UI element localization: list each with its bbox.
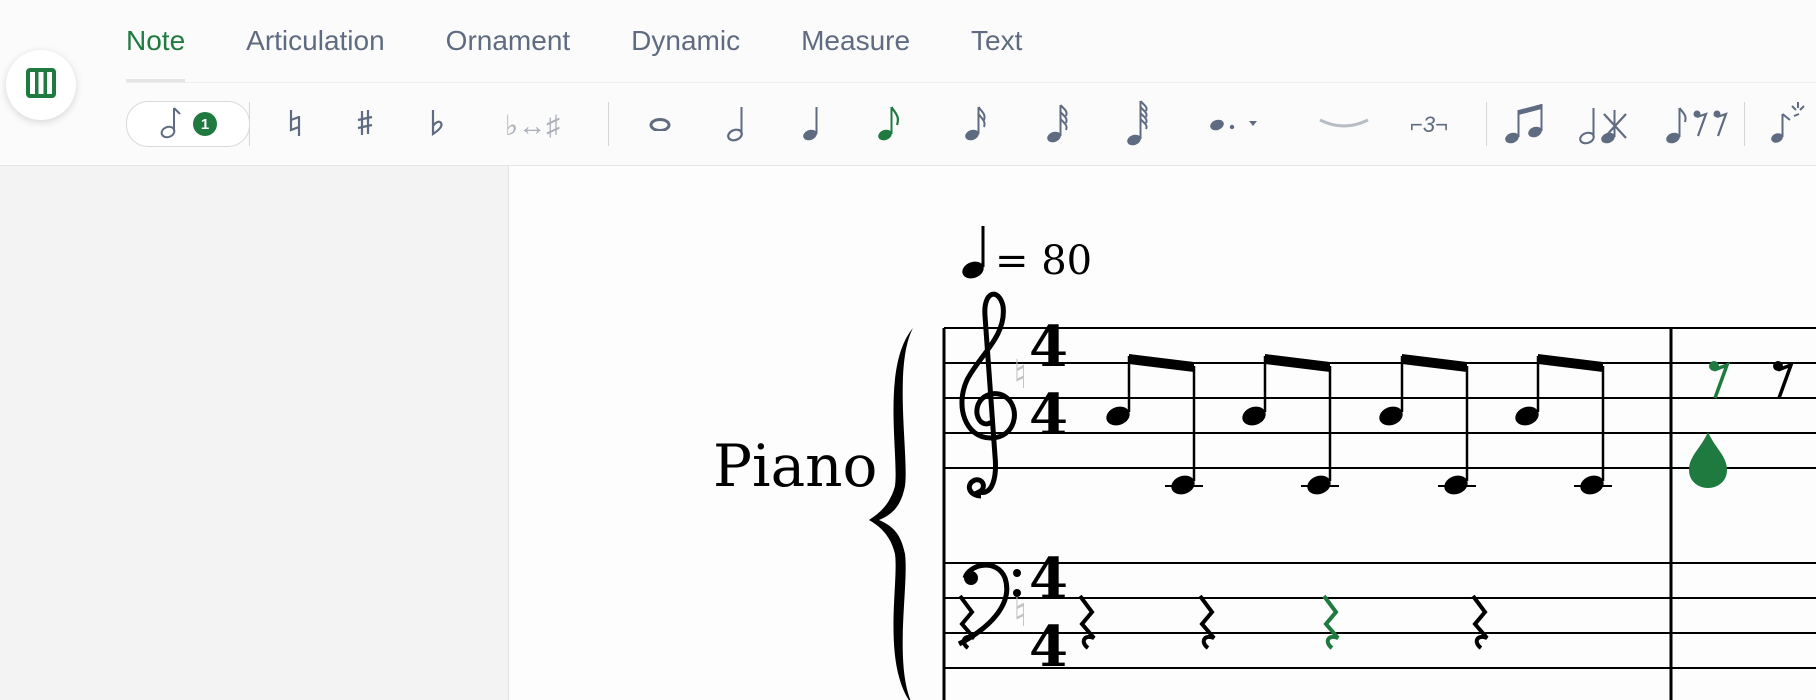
beamed-pair[interactable]: [1104, 354, 1203, 498]
tempo-value: = 80: [995, 238, 1092, 284]
voice-selector[interactable]: 1: [126, 101, 250, 147]
beamed-pair[interactable]: [1377, 354, 1476, 498]
break-beam-icon: [1578, 100, 1630, 151]
sixty-fourth-note-icon: [1124, 98, 1150, 153]
tab-measure[interactable]: Measure: [801, 0, 910, 82]
break-beam-button[interactable]: [1576, 96, 1632, 154]
tab-ornament[interactable]: Ornament: [446, 0, 571, 82]
flip-accidental-button[interactable]: ♭↔♯: [495, 96, 570, 154]
eighth-note-icon: [875, 103, 901, 148]
eighth-rest-selected[interactable]: [1709, 361, 1730, 399]
half-note-button[interactable]: [722, 96, 752, 154]
half-note-icon: [159, 105, 183, 144]
sharp-button[interactable]: [350, 96, 380, 154]
thirty-second-note-button[interactable]: [1042, 96, 1072, 154]
quarter-rest: [1198, 594, 1216, 650]
tuplet-label: ⌐3¬: [1410, 112, 1448, 137]
treble-staff: [944, 327, 1816, 469]
instrument-name: Piano: [713, 432, 877, 500]
beamed-pair[interactable]: [1240, 354, 1339, 498]
tie-button[interactable]: [1317, 96, 1371, 154]
beamed-pair[interactable]: [1513, 354, 1612, 498]
side-panel: [0, 166, 509, 700]
tab-text[interactable]: Text: [971, 0, 1022, 82]
flip-accidental-label: ♭↔♯: [504, 109, 561, 141]
sixteenth-note-button[interactable]: [960, 96, 990, 154]
dot-duration-dropdown[interactable]: [1205, 96, 1261, 154]
input-cursor-drop[interactable]: [1689, 432, 1727, 488]
tab-dynamic[interactable]: Dynamic: [631, 0, 740, 82]
half-note-icon: [725, 103, 749, 148]
toolbar-separator: [1744, 102, 1745, 146]
thirty-second-note-icon: [1044, 101, 1070, 150]
treble-key-natural: ♮: [1013, 352, 1027, 398]
tab-divider: [126, 82, 1816, 83]
tab-note[interactable]: Note: [126, 0, 186, 82]
piano-icon: [24, 66, 58, 105]
tuplet-button[interactable]: ⌐3¬: [1402, 96, 1456, 154]
dotted-note-icon: [1205, 113, 1261, 138]
beam-button[interactable]: [1500, 96, 1556, 154]
quarter-rest: [1471, 594, 1489, 650]
whole-note-button[interactable]: [645, 96, 675, 154]
rest-icon: [1664, 100, 1740, 151]
grace-note-icon: [1768, 100, 1808, 151]
treble-clef: [959, 291, 1017, 499]
rest-button[interactable]: [1662, 96, 1742, 154]
eighth-note-button[interactable]: [873, 96, 903, 154]
toolbar-area: Note Articulation Ornament Dynamic Measu…: [0, 0, 1816, 166]
flat-button[interactable]: [424, 96, 450, 154]
score-canvas[interactable]: = 80 Piano ♮ ♮ 4 4 4 4: [509, 166, 1816, 700]
tempo-marking: = 80: [962, 226, 1092, 284]
tie-icon: [1317, 115, 1371, 136]
treble-notes[interactable]: [1104, 354, 1612, 498]
whole-note-icon: [648, 115, 672, 136]
bass-time-bottom: 4: [1029, 614, 1068, 680]
voice-count-badge: 1: [193, 112, 217, 136]
sixty-fourth-note-button[interactable]: [1122, 96, 1152, 154]
music-score: = 80 Piano ♮ ♮ 4 4 4 4: [713, 226, 1816, 700]
quarter-rest: [1078, 594, 1096, 650]
piano-keyboard-button[interactable]: [6, 50, 76, 120]
tab-bar: Note Articulation Ornament Dynamic Measu…: [126, 0, 1083, 82]
toolbar-separator: [1486, 102, 1487, 146]
bass-staff: [944, 562, 1816, 669]
flat-icon: [429, 108, 445, 143]
natural-button[interactable]: [280, 96, 310, 154]
bass-key-natural: ♮: [1013, 590, 1027, 636]
sharp-icon: [356, 108, 374, 143]
staff-brace: [869, 328, 913, 700]
natural-icon: [287, 108, 303, 143]
eighth-rest[interactable]: [1773, 361, 1794, 399]
grace-note-button[interactable]: [1768, 96, 1808, 154]
quarter-note-icon: [800, 103, 824, 148]
bass-time-top: 4: [1029, 546, 1068, 612]
tab-articulation[interactable]: Articulation: [246, 0, 385, 82]
sixteenth-note-icon: [962, 103, 988, 148]
toolbar-separator: [249, 102, 250, 146]
toolbar-separator: [608, 102, 609, 146]
quarter-note-button[interactable]: [797, 96, 827, 154]
beam-icon: [1503, 100, 1553, 151]
treble-time-top: 4: [1029, 314, 1068, 380]
treble-time-bottom: 4: [1029, 382, 1068, 448]
quarter-rest-selected: [1322, 594, 1340, 650]
